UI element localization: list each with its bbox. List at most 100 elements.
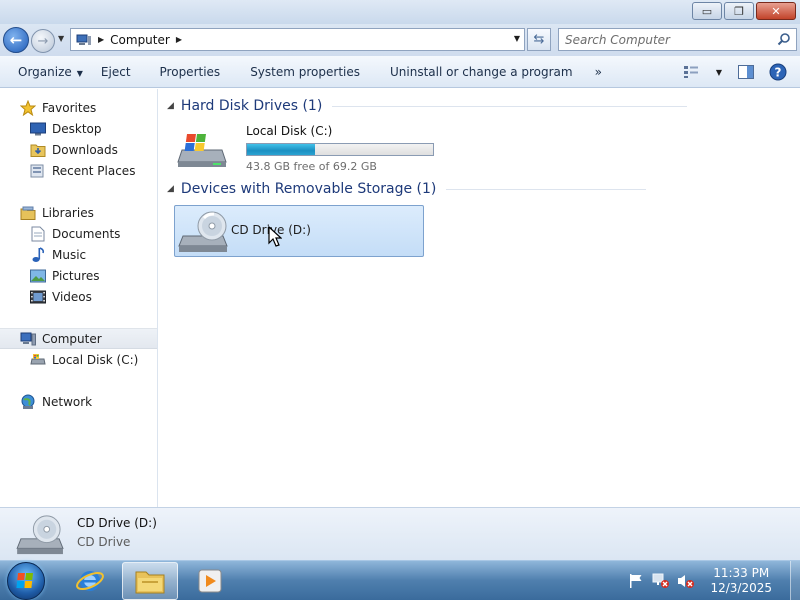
cd-drive-item[interactable]: CD Drive (D:) <box>174 205 424 257</box>
hard-drive-icon <box>30 352 46 368</box>
address-row: ← → ▼ ▶ Computer ▶ ▼ ⇆ <box>0 24 800 56</box>
breadcrumb-chevron-icon[interactable]: ▶ <box>176 35 182 44</box>
flag-icon <box>630 574 642 588</box>
help-icon: ? <box>769 63 787 81</box>
nav-desktop-label: Desktop <box>52 121 102 136</box>
maximize-icon: ❐ <box>734 4 744 18</box>
nav-favorites[interactable]: Favorites <box>0 97 157 118</box>
nav-pictures[interactable]: Pictures <box>0 265 157 286</box>
local-disk-name: Local Disk (C:) <box>246 124 333 138</box>
uninstall-program-button[interactable]: Uninstall or change a program <box>360 56 573 88</box>
details-pane: CD Drive (D:) CD Drive <box>0 507 800 560</box>
view-controls: ▼ ? <box>682 62 788 82</box>
nav-desktop[interactable]: Desktop <box>0 118 157 139</box>
removable-storage-group[interactable]: ◢ Devices with Removable Storage (1) <box>167 181 792 197</box>
close-icon: ✕ <box>771 4 781 18</box>
local-disk-item[interactable]: Local Disk (C:) 43.8 GB free of 69.2 GB <box>174 122 434 173</box>
hard-disk-drives-label: Hard Disk Drives (1) <box>180 98 323 114</box>
nav-documents[interactable]: Documents <box>0 223 157 244</box>
search-icon[interactable] <box>777 32 791 46</box>
taskbar: 11:33 PM 12/3/2025 <box>0 560 800 600</box>
view-dropdown-button[interactable]: ▼ <box>714 62 724 82</box>
nav-local-disk[interactable]: Local Disk (C:) <box>0 349 157 370</box>
nav-documents-label: Documents <box>52 226 121 241</box>
nav-music[interactable]: Music <box>0 244 157 265</box>
properties-button[interactable]: Properties <box>131 56 221 88</box>
forward-button[interactable]: → <box>31 29 55 53</box>
disk-usage-bar <box>246 143 434 156</box>
volume-button[interactable] <box>677 572 695 590</box>
group-divider <box>332 105 688 107</box>
preview-pane-icon <box>738 65 754 79</box>
collapse-triangle-icon[interactable]: ◢ <box>167 184 174 194</box>
back-button[interactable]: ← <box>3 27 29 53</box>
disk-usage-fill <box>247 144 316 155</box>
media-player-icon <box>198 569 222 593</box>
eject-button[interactable]: Eject <box>83 56 131 88</box>
nav-music-label: Music <box>52 247 87 262</box>
breadcrumb-computer[interactable]: Computer <box>110 33 170 47</box>
hard-disk-drives-group[interactable]: ◢ Hard Disk Drives (1) <box>167 98 792 114</box>
local-disk-free-space: 43.8 GB free of 69.2 GB <box>246 160 377 173</box>
hard-drive-icon <box>177 134 227 167</box>
breadcrumb-separator-icon[interactable]: ▶ <box>98 35 104 44</box>
nav-local-disk-label: Local Disk (C:) <box>52 352 139 367</box>
nav-downloads-label: Downloads <box>52 142 118 157</box>
computer-icon <box>76 34 91 45</box>
folder-icon <box>135 571 165 594</box>
organize-button[interactable]: Organize ▼ <box>0 56 83 88</box>
network-status-button[interactable] <box>652 572 670 590</box>
nav-computer-label: Computer <box>42 331 102 346</box>
nav-network[interactable]: Network <box>0 391 157 412</box>
nav-network-label: Network <box>42 394 93 409</box>
nav-videos-label: Videos <box>52 289 92 304</box>
system-properties-button[interactable]: System properties <box>220 56 360 88</box>
close-button[interactable]: ✕ <box>756 2 796 20</box>
film-icon <box>30 289 46 305</box>
change-view-button[interactable] <box>682 62 702 82</box>
star-icon <box>20 99 36 116</box>
group-divider <box>446 188 647 190</box>
organize-label: Organize <box>18 64 72 79</box>
help-button[interactable]: ? <box>768 62 788 82</box>
address-dropdown-icon[interactable]: ▼ <box>514 34 520 43</box>
nav-libraries[interactable]: Libraries <box>0 202 157 223</box>
minimize-button[interactable]: ▭ <box>692 2 722 20</box>
address-bar[interactable]: ▶ Computer ▶ ▼ <box>70 28 525 51</box>
taskbar-internet-explorer[interactable] <box>62 562 118 600</box>
libraries-icon <box>20 205 36 221</box>
system-clock[interactable]: 11:33 PM 12/3/2025 <box>710 566 772 596</box>
clock-time: 11:33 PM <box>713 566 770 580</box>
details-title: CD Drive (D:) <box>77 516 157 530</box>
downloads-folder-icon <box>30 142 46 158</box>
nav-recent-places[interactable]: Recent Places <box>0 160 157 181</box>
nav-videos[interactable]: Videos <box>0 286 157 307</box>
show-desktop-button[interactable] <box>790 561 800 600</box>
document-icon <box>30 226 46 242</box>
refresh-button[interactable]: ⇆ <box>527 28 551 51</box>
notification-area: 11:33 PM 12/3/2025 <box>627 561 800 600</box>
title-bar: ▭ ❐ ✕ <box>0 0 800 24</box>
more-commands-button[interactable]: » <box>573 56 602 88</box>
clock-date: 12/3/2025 <box>710 581 772 595</box>
view-icon <box>684 66 698 78</box>
arrow-right-icon: → <box>37 33 49 49</box>
picture-icon <box>30 268 46 284</box>
cd-drive-icon <box>178 211 228 252</box>
recent-pages-dropdown[interactable]: ▼ <box>58 34 64 43</box>
network-disconnected-icon <box>652 573 670 588</box>
preview-pane-button[interactable] <box>736 62 756 82</box>
taskbar-media-player[interactable] <box>182 562 238 600</box>
content-area: ◢ Hard Disk Drives (1) Local Disk (C:) 4… <box>159 89 800 507</box>
start-button[interactable] <box>7 562 45 600</box>
nav-computer[interactable]: Computer <box>0 328 157 349</box>
search-input[interactable] <box>559 29 764 50</box>
maximize-button[interactable]: ❐ <box>724 2 754 20</box>
taskbar-windows-explorer[interactable] <box>122 562 178 600</box>
mouse-cursor-icon <box>268 226 282 247</box>
nav-downloads[interactable]: Downloads <box>0 139 157 160</box>
removable-storage-label: Devices with Removable Storage (1) <box>180 181 437 197</box>
collapse-triangle-icon[interactable]: ◢ <box>167 101 174 111</box>
nav-pictures-label: Pictures <box>52 268 100 283</box>
action-center-button[interactable] <box>627 572 645 590</box>
